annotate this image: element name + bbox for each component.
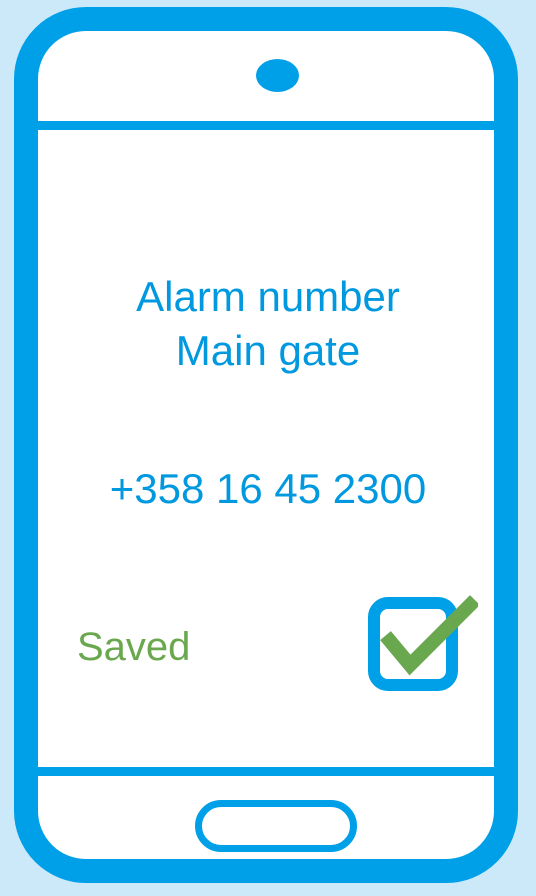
title-line-alarm-number: Alarm number (136, 273, 400, 320)
phone-screen: Alarm number Main gate +358 16 45 2300 S… (36, 130, 500, 767)
alarm-title: Alarm number Main gate (36, 270, 500, 378)
phone-illustration: Alarm number Main gate +358 16 45 2300 S… (0, 0, 536, 896)
bottom-bezel-divider (36, 767, 500, 776)
saved-status-label: Saved (77, 625, 191, 669)
title-line-main-gate: Main gate (175, 327, 361, 374)
alarm-phone-number: +358 16 45 2300 (109, 465, 427, 512)
top-bezel-divider (36, 121, 500, 130)
camera-dot-icon (256, 59, 299, 92)
checkbox-checked-icon (368, 595, 478, 691)
home-button-icon[interactable] (195, 800, 357, 852)
